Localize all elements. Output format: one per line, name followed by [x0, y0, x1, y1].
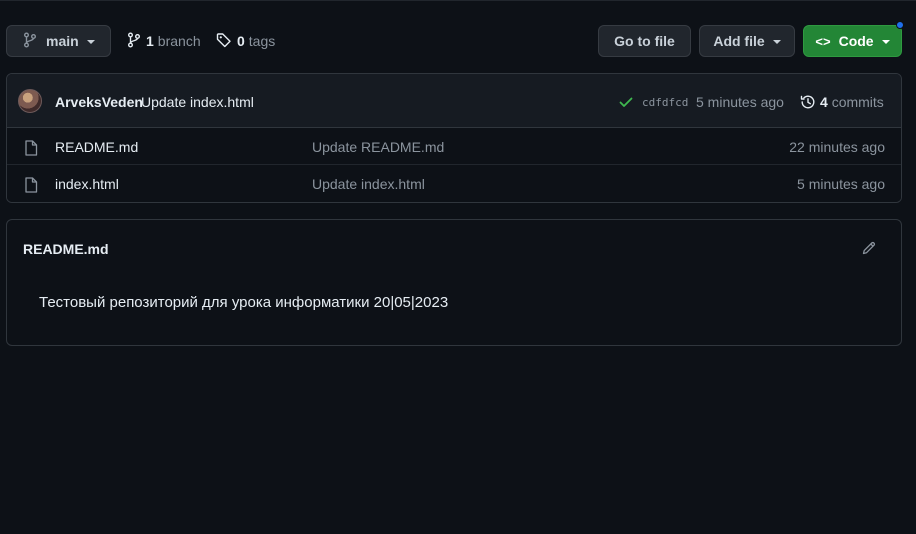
history-icon[interactable]	[800, 94, 816, 113]
tags-label: tags	[248, 33, 276, 49]
notification-dot	[896, 21, 904, 29]
file-row[interactable]: README.md Update README.md 22 minutes ag…	[7, 128, 901, 165]
commit-time: 5 minutes ago	[696, 94, 784, 110]
branch-icon	[127, 32, 146, 51]
repo-toolbar: main 1 branch 0 tags Go to file Add file…	[6, 21, 904, 57]
branch-select-button[interactable]: main	[6, 25, 111, 57]
branches-count: 1	[146, 33, 154, 49]
branch-name: main	[46, 33, 79, 49]
go-to-file-label: Go to file	[614, 33, 675, 49]
file-commit-time: 5 minutes ago	[797, 176, 885, 192]
pencil-icon[interactable]	[861, 240, 877, 259]
file-name[interactable]: index.html	[55, 176, 119, 192]
chevron-down-icon	[772, 39, 781, 44]
file-commit-time: 22 minutes ago	[789, 139, 885, 155]
code-label: Code	[838, 33, 874, 49]
go-to-file-button[interactable]: Go to file	[598, 25, 691, 57]
code-button[interactable]: <> Code	[803, 21, 904, 57]
commits-link[interactable]: 4 commits	[820, 94, 884, 110]
file-commit-message[interactable]: Update index.html	[312, 176, 425, 192]
file-row[interactable]: index.html Update index.html 5 minutes a…	[7, 165, 901, 202]
add-file-label: Add file	[713, 33, 765, 49]
file-browser: ArveksVeden Update index.html cdfdfcd 5 …	[6, 73, 902, 203]
file-icon	[24, 140, 38, 159]
branches-link[interactable]: 1 branch	[127, 25, 201, 57]
chevron-down-icon	[86, 39, 95, 44]
chevron-down-icon	[881, 39, 890, 44]
commits-label: commits	[831, 94, 884, 110]
add-file-button[interactable]: Add file	[699, 25, 795, 57]
commit-sha[interactable]: cdfdfcd	[642, 96, 688, 109]
tags-link[interactable]: 0 tags	[216, 25, 275, 57]
readme-content: Тестовый репозиторий для урока информати…	[39, 294, 449, 311]
readme-title[interactable]: README.md	[23, 241, 109, 257]
avatar[interactable]	[18, 89, 42, 113]
commits-count: 4	[820, 94, 828, 110]
file-commit-message[interactable]: Update README.md	[312, 139, 444, 155]
file-icon	[24, 177, 38, 196]
readme-panel: README.md Тестовый репозиторий для урока…	[6, 219, 902, 346]
tag-icon	[216, 32, 237, 51]
file-name[interactable]: README.md	[55, 139, 138, 155]
branch-icon	[23, 32, 46, 51]
latest-commit-bar: ArveksVeden Update index.html cdfdfcd 5 …	[7, 74, 901, 128]
code-icon: <>	[815, 33, 831, 49]
commit-author[interactable]: ArveksVeden	[55, 94, 143, 110]
top-divider	[0, 0, 916, 1]
commit-message[interactable]: Update index.html	[141, 94, 254, 110]
check-icon[interactable]	[618, 94, 634, 113]
branches-label: branch	[157, 33, 201, 49]
tags-count: 0	[237, 33, 245, 49]
